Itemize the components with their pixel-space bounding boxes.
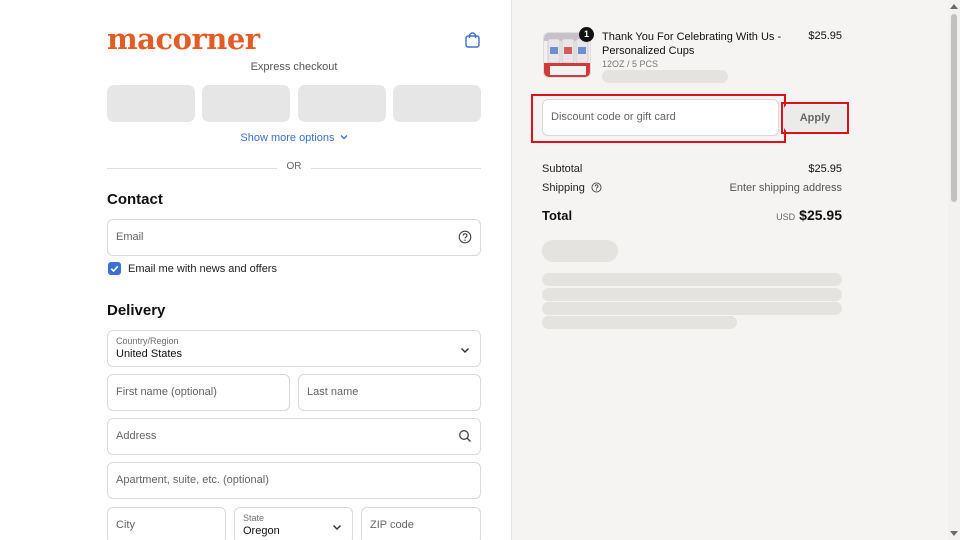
quantity-badge: 1: [579, 27, 594, 42]
show-more-label: Show more options: [240, 132, 335, 144]
help-icon[interactable]: [458, 230, 472, 244]
last-name-field[interactable]: Last name: [298, 374, 481, 411]
loading-placeholder: [542, 302, 842, 315]
newsletter-checkbox[interactable]: [108, 262, 121, 275]
express-pay-button-2[interactable]: [202, 85, 290, 122]
brand-logo[interactable]: macorner: [107, 22, 260, 56]
search-icon: [459, 430, 471, 442]
help-icon[interactable]: [591, 182, 602, 193]
scroll-thumb[interactable]: [951, 14, 957, 202]
scroll-up-icon[interactable]: [950, 4, 958, 9]
express-pay-button-1[interactable]: [107, 85, 195, 122]
total-amount: USD $25.95: [700, 207, 842, 225]
first-name-placeholder: First name (optional): [116, 386, 217, 398]
loading-placeholder: [542, 316, 737, 329]
city-placeholder: City: [116, 519, 135, 531]
total-value: $25.95: [799, 207, 842, 223]
product-price: $25.95: [808, 30, 842, 42]
checkmark-icon: [110, 265, 119, 273]
state-label: State: [243, 513, 265, 523]
express-pay-button-3[interactable]: [298, 85, 386, 122]
city-field[interactable]: City: [107, 507, 226, 540]
express-pay-button-4[interactable]: [393, 85, 481, 122]
discount-code-input[interactable]: Discount code or gift card: [542, 99, 779, 136]
email-field[interactable]: Email: [107, 219, 481, 256]
email-placeholder: Email: [116, 231, 144, 243]
chevron-down-icon: [461, 348, 469, 353]
loading-placeholder: [542, 288, 842, 301]
product-variant: 12OZ / 5 PCS: [602, 59, 659, 69]
shopping-bag-icon[interactable]: [465, 32, 480, 48]
subtotal-value: $25.95: [808, 163, 842, 175]
total-currency: USD: [776, 212, 796, 222]
chevron-down-icon: [333, 525, 341, 530]
address-placeholder: Address: [116, 430, 157, 442]
state-value: Oregon: [243, 525, 280, 537]
contact-heading: Contact: [107, 191, 163, 208]
or-divider: OR: [107, 161, 481, 175]
apartment-placeholder: Apartment, suite, etc. (optional): [116, 474, 269, 486]
show-more-options-link[interactable]: Show more options: [107, 132, 481, 144]
page-scrollbar[interactable]: [948, 0, 960, 540]
country-label: Country/Region: [116, 336, 179, 346]
or-text: OR: [286, 161, 302, 172]
apply-button[interactable]: Apply: [784, 105, 846, 131]
apartment-field[interactable]: Apartment, suite, etc. (optional): [107, 462, 481, 499]
state-select[interactable]: State Oregon: [234, 507, 353, 540]
delivery-heading: Delivery: [107, 302, 166, 319]
checkout-form-panel: macorner Express checkout Show more opti…: [0, 0, 512, 540]
scroll-down-icon[interactable]: [950, 531, 958, 536]
express-checkout-label: Express checkout: [250, 61, 338, 73]
discount-placeholder: Discount code or gift card: [551, 111, 676, 123]
loading-placeholder: [602, 70, 728, 83]
product-name: Thank You For Celebrating With Us - Pers…: [602, 31, 782, 57]
chevron-down-icon: [340, 135, 348, 140]
zip-field[interactable]: ZIP code: [361, 507, 481, 540]
shipping-value: Enter shipping address: [729, 182, 842, 194]
shipping-label: Shipping: [542, 182, 585, 194]
subtotal-label: Subtotal: [542, 163, 583, 175]
last-name-placeholder: Last name: [307, 386, 359, 398]
newsletter-label: Email me with news and offers: [128, 263, 277, 275]
shipping-row-label: Shipping: [542, 182, 602, 194]
loading-placeholder: [542, 273, 842, 286]
zip-placeholder: ZIP code: [370, 519, 414, 531]
country-select[interactable]: Country/Region United States: [107, 330, 481, 367]
first-name-field[interactable]: First name (optional): [107, 374, 290, 411]
loading-placeholder: [542, 240, 618, 262]
address-field[interactable]: Address: [107, 418, 481, 455]
total-label: Total: [542, 208, 573, 223]
country-value: United States: [116, 348, 183, 360]
order-summary-panel: [512, 0, 948, 540]
